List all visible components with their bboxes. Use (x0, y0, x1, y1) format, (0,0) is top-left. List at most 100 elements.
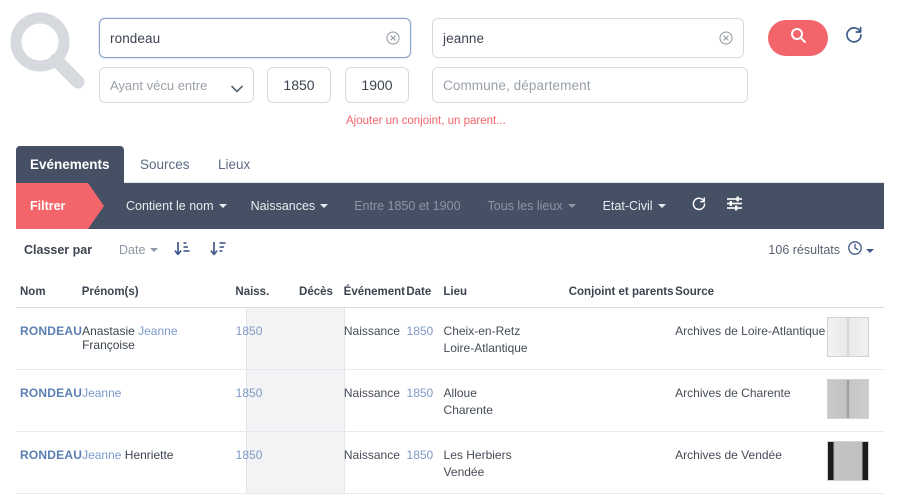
event-year-link[interactable]: 1850 (407, 324, 434, 338)
cell-thumbnail (827, 308, 884, 357)
firstname-value: jeanne (443, 31, 719, 46)
filter-settings-button[interactable] (726, 196, 743, 216)
lastname-input[interactable]: rondeau (99, 18, 411, 58)
birth-year-link[interactable]: 1850 (236, 448, 263, 462)
filter-places[interactable]: Tous les lieux (488, 199, 576, 213)
column-header-conjoint: Conjoint et parents (569, 282, 675, 298)
place-input[interactable]: Commune, département (432, 67, 748, 103)
filter-event-type[interactable]: Naissances (251, 199, 329, 213)
lastname-value: rondeau (110, 31, 386, 46)
search-history-button[interactable] (847, 240, 874, 261)
clear-circle-icon[interactable] (719, 31, 733, 45)
tab-evenements-label: Evénements (30, 157, 110, 172)
refresh-icon (691, 196, 707, 217)
period-select[interactable]: Ayant vécu entre (99, 67, 254, 103)
lieu-commune: Cheix-en-Retz (444, 324, 569, 338)
document-thumbnail[interactable] (827, 317, 869, 357)
refresh-icon (844, 25, 864, 50)
year-to-value: 1900 (361, 77, 392, 93)
cell-naissance: 1850 (221, 432, 300, 462)
filter-period-label: Entre 1850 et 1900 (354, 199, 460, 213)
search-button[interactable] (768, 20, 828, 56)
tab-sources[interactable]: Sources (126, 146, 204, 183)
year-from-input[interactable]: 1850 (267, 67, 331, 103)
event-year-link[interactable]: 1850 (407, 448, 434, 462)
sort-label: Classer par (24, 243, 92, 257)
given-name-match: Jeanne (82, 448, 125, 462)
genealogy-search-page: rondeau jeanne Ayant vécu entre (0, 0, 900, 502)
result-tabs: Evénements Sources Lieux (0, 146, 900, 183)
chevron-down-icon (219, 204, 227, 208)
table-row[interactable]: RONDEAUJeanne1850Naissance1850AlloueChar… (16, 370, 884, 432)
cell-lieu: Les Herbiers Vendée (444, 432, 569, 479)
cell-date: 1850 (407, 370, 444, 400)
cell-naissance: 1850 (221, 370, 300, 400)
table-header-row: Nom Prénom(s) Naiss. Décès Événement Dat… (16, 282, 884, 308)
cell-deces (299, 370, 344, 386)
firstname-input[interactable]: jeanne (432, 18, 744, 58)
cell-prenoms: Jeanne Henriette (82, 432, 221, 462)
filter-name-mode[interactable]: Contient le nom (126, 199, 227, 213)
column-header-naissance: Naiss. (220, 282, 299, 298)
tab-lieux[interactable]: Lieux (204, 146, 264, 183)
sort-field-dropdown[interactable]: Date (119, 243, 158, 257)
given-name: Anastasie (82, 324, 138, 338)
filtrer-badge[interactable]: Filtrer (16, 183, 88, 229)
source-name: Archives de Vendée (675, 448, 782, 462)
chevron-down-icon (150, 248, 158, 252)
magnifier-logo-icon (6, 10, 88, 92)
column-header-source: Source (675, 282, 827, 298)
document-thumbnail[interactable] (827, 379, 869, 419)
results-table: Nom Prénom(s) Naiss. Décès Événement Dat… (16, 282, 884, 494)
year-to-input[interactable]: 1900 (345, 67, 409, 103)
reset-search-button[interactable] (841, 24, 867, 50)
tab-lieux-label: Lieux (218, 157, 250, 172)
column-header-lieu: Lieu (443, 282, 568, 298)
filter-reset-button[interactable] (691, 196, 707, 217)
table-row[interactable]: RONDEAUJeanne Henriette1850Naissance1850… (16, 432, 884, 494)
add-relative-link[interactable]: Ajouter un conjoint, un parent... (346, 115, 506, 127)
filter-period[interactable]: Entre 1850 et 1900 (354, 199, 460, 213)
source-name: Archives de Charente (675, 386, 790, 400)
sliders-icon (726, 196, 743, 216)
event-year-link[interactable]: 1850 (407, 386, 434, 400)
filter-record-type-label: Etat-Civil (603, 199, 653, 213)
filter-bar: Filtrer Contient le nom Naissances Entre… (16, 183, 884, 229)
cell-naissance: 1850 (221, 308, 300, 338)
cell-conjoint (569, 308, 675, 324)
cell-evenement: Naissance (344, 432, 407, 462)
sort-descending-button[interactable] (210, 240, 228, 263)
sort-ascending-button[interactable] (174, 240, 192, 263)
document-thumbnail[interactable] (827, 441, 869, 481)
surname-link[interactable]: RONDEAU (20, 324, 82, 338)
lieu-departement: Vendée (444, 465, 569, 479)
column-header-date: Date (406, 282, 443, 298)
given-name: Françoise (82, 338, 135, 352)
clear-circle-icon[interactable] (386, 31, 400, 45)
filtrer-badge-label: Filtrer (30, 199, 65, 213)
period-select-label: Ayant vécu entre (110, 78, 231, 93)
year-from-value: 1850 (283, 77, 314, 93)
cell-evenement: Naissance (344, 308, 407, 338)
lieu-departement: Charente (444, 403, 569, 417)
column-header-evenement: Événement (344, 282, 407, 298)
surname-link[interactable]: RONDEAU (20, 386, 82, 400)
birth-year-link[interactable]: 1850 (236, 386, 263, 400)
filter-event-type-label: Naissances (251, 199, 316, 213)
history-clock-icon (847, 240, 863, 261)
given-name: Henriette (125, 448, 174, 462)
cell-thumbnail (827, 370, 884, 419)
cell-thumbnail (827, 432, 884, 481)
table-row[interactable]: RONDEAUAnastasie Jeanne Françoise1850Nai… (16, 308, 884, 370)
sort-ascending-icon (174, 245, 192, 262)
cell-evenement: Naissance (344, 370, 407, 400)
cell-nom: RONDEAU (16, 308, 82, 338)
filter-record-type[interactable]: Etat-Civil (603, 199, 666, 213)
lieu-commune: Les Herbiers (444, 448, 569, 462)
cell-source: Archives de Charente (675, 370, 827, 400)
lieu-commune: Alloue (444, 386, 569, 400)
birth-year-link[interactable]: 1850 (236, 324, 263, 338)
tab-evenements[interactable]: Evénements (16, 146, 124, 183)
chevron-down-icon (568, 204, 576, 208)
surname-link[interactable]: RONDEAU (20, 448, 82, 462)
